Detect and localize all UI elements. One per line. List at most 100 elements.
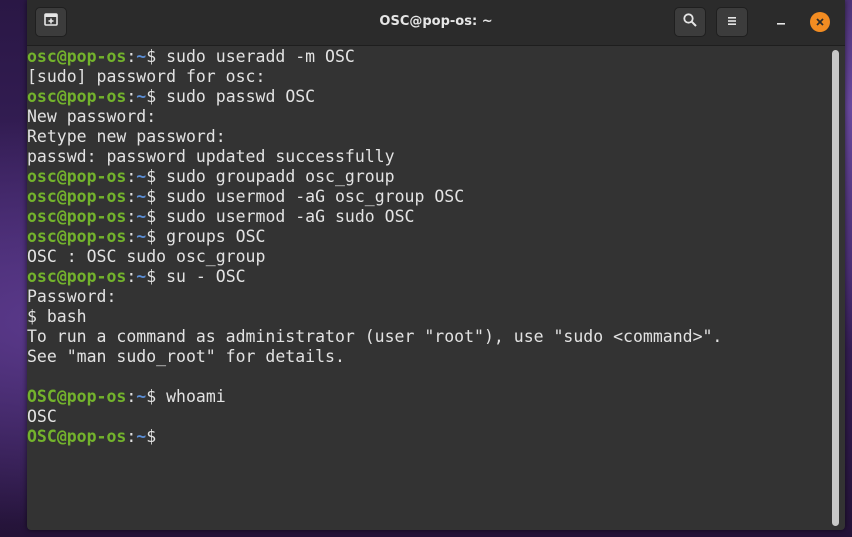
prompt-user: osc [27, 187, 57, 206]
output-text: Password: [27, 287, 117, 306]
prompt-path: ~ [136, 387, 147, 406]
prompt-colon: : [126, 207, 137, 226]
output-line: OSC : OSC sudo osc_group [27, 247, 827, 267]
prompt-path: ~ [136, 227, 147, 246]
prompt-user: osc [27, 227, 57, 246]
prompt-line: osc@pop-os:~$ su - OSC [27, 267, 827, 287]
prompt-at: @ [56, 387, 67, 406]
prompt-line: osc@pop-os:~$ sudo useradd -m OSC [27, 47, 827, 67]
prompt-path: ~ [136, 267, 147, 286]
output-line: OSC [27, 407, 827, 427]
prompt-host: pop-os [66, 227, 127, 246]
prompt-path: ~ [136, 427, 147, 446]
prompt-line: osc@pop-os:~$ sudo usermod -aG osc_group… [27, 187, 827, 207]
output-line: New password: [27, 107, 827, 127]
prompt-at: @ [56, 267, 67, 286]
command-text: sudo usermod -aG osc_group OSC [166, 187, 465, 206]
command-text: groups OSC [166, 227, 266, 246]
prompt-at: @ [56, 227, 67, 246]
command-text: su - OSC [166, 267, 246, 286]
prompt-line: osc@pop-os:~$ groups OSC [27, 227, 827, 247]
terminal-window: OSC@pop-os: ~ osc@pop-os:~$ sudo useradd… [27, 0, 845, 530]
prompt-at: @ [56, 427, 67, 446]
prompt-line: OSC@pop-os:~$ whoami [27, 387, 827, 407]
output-text: To run a command as administrator (user … [27, 327, 723, 346]
prompt-host: pop-os [66, 267, 127, 286]
prompt-user: osc [27, 267, 57, 286]
prompt-colon: : [126, 427, 137, 446]
prompt-user: OSC [27, 427, 57, 446]
output-line: passwd: password updated successfully [27, 147, 827, 167]
output-text: [sudo] password for osc: [27, 67, 266, 86]
prompt-at: @ [56, 207, 67, 226]
prompt-symbol: $ [146, 227, 167, 246]
prompt-host: pop-os [66, 387, 127, 406]
prompt-user: OSC [27, 387, 57, 406]
output-text: New password: [27, 107, 157, 126]
prompt-host: pop-os [66, 47, 127, 66]
output-text: passwd: password updated successfully [27, 147, 395, 166]
search-icon [682, 12, 698, 32]
prompt-colon: : [126, 167, 137, 186]
prompt-user: osc [27, 87, 57, 106]
prompt-host: pop-os [66, 187, 127, 206]
prompt-colon: : [126, 47, 137, 66]
output-line: Retype new password: [27, 127, 827, 147]
output-line: Password: [27, 287, 827, 307]
prompt-symbol: $ [146, 187, 167, 206]
command-text: sudo passwd OSC [166, 87, 316, 106]
command-text: sudo usermod -aG sudo OSC [166, 207, 415, 226]
prompt-line: osc@pop-os:~$ sudo usermod -aG sudo OSC [27, 207, 827, 227]
prompt-path: ~ [136, 87, 147, 106]
output-text: OSC : OSC sudo osc_group [27, 247, 266, 266]
menu-button[interactable] [716, 7, 748, 37]
prompt-host: pop-os [66, 167, 127, 186]
prompt-at: @ [56, 167, 67, 186]
output-line: To run a command as administrator (user … [27, 327, 827, 347]
prompt-host: pop-os [66, 207, 127, 226]
prompt-colon: : [126, 267, 137, 286]
prompt-line: osc@pop-os:~$ sudo passwd OSC [27, 87, 827, 107]
prompt-user: osc [27, 167, 57, 186]
prompt-line: OSC@pop-os:~$ [27, 427, 827, 447]
prompt-symbol: $ [146, 167, 167, 186]
prompt-at: @ [56, 187, 67, 206]
prompt-host: pop-os [66, 427, 127, 446]
prompt-path: ~ [136, 47, 147, 66]
prompt-line: osc@pop-os:~$ sudo groupadd osc_group [27, 167, 827, 187]
prompt-symbol: $ [146, 87, 167, 106]
output-line: $ bash [27, 307, 827, 327]
prompt-symbol: $ [146, 387, 167, 406]
search-button[interactable] [674, 7, 706, 37]
scrollbar[interactable] [832, 50, 839, 526]
minimize-button[interactable] [771, 12, 791, 32]
output-text: Retype new password: [27, 127, 226, 146]
hamburger-menu-icon [725, 13, 739, 32]
prompt-colon: : [126, 227, 137, 246]
prompt-colon: : [126, 387, 137, 406]
command-text: sudo useradd -m OSC [166, 47, 355, 66]
close-button[interactable] [810, 12, 830, 32]
prompt-symbol: $ [146, 267, 167, 286]
command-text: whoami [166, 387, 226, 406]
prompt-colon: : [126, 87, 137, 106]
prompt-user: osc [27, 207, 57, 226]
output-line: See "man sudo_root" for details. [27, 347, 827, 367]
output-text: See "man sudo_root" for details. [27, 347, 345, 366]
minimize-icon [774, 13, 788, 32]
prompt-symbol: $ [146, 47, 167, 66]
output-text: $ bash [27, 307, 87, 326]
prompt-colon: : [126, 187, 137, 206]
output-line: [sudo] password for osc: [27, 67, 827, 87]
prompt-at: @ [56, 87, 67, 106]
header-bar: OSC@pop-os: ~ [27, 0, 845, 46]
output-text: OSC [27, 407, 57, 426]
prompt-at: @ [56, 47, 67, 66]
command-text: sudo groupadd osc_group [166, 167, 395, 186]
prompt-host: pop-os [66, 87, 127, 106]
terminal-output[interactable]: osc@pop-os:~$ sudo useradd -m OSC [sudo] … [27, 47, 827, 517]
prompt-path: ~ [136, 207, 147, 226]
prompt-user: osc [27, 47, 57, 66]
prompt-symbol: $ [146, 427, 167, 446]
